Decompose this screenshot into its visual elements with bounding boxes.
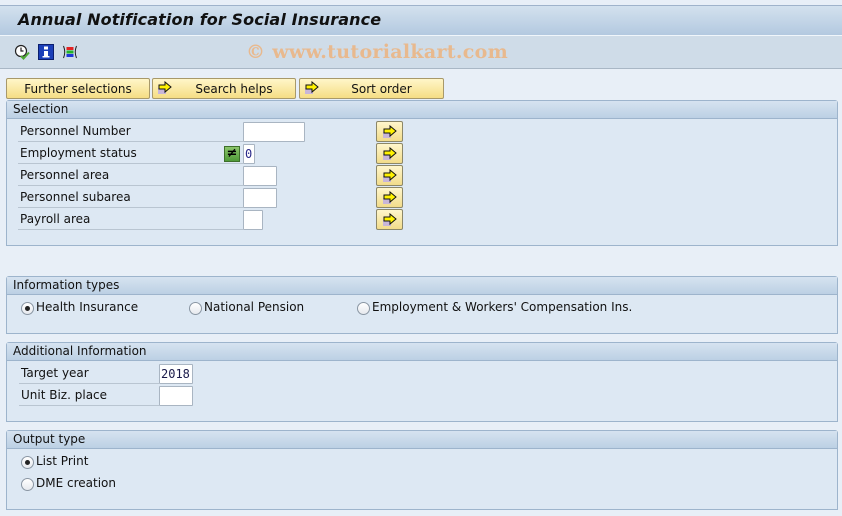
personnel-number-input[interactable]: [243, 122, 305, 142]
personnel-area-input[interactable]: [243, 166, 277, 186]
output-type-group: Output type: [6, 430, 838, 510]
arrow-right-icon: [305, 81, 319, 94]
health-insurance-label: Health Insurance: [36, 300, 139, 314]
target-year-input[interactable]: 2018: [159, 364, 193, 384]
search-helps-button[interactable]: Search helps: [152, 78, 296, 99]
further-selections-label: Further selections: [24, 82, 132, 96]
selection-option-not-equal-button[interactable]: ≠: [224, 146, 240, 162]
page-title: Annual Notification for Social Insurance: [18, 10, 382, 29]
title-bar: Annual Notification for Social Insurance: [0, 5, 842, 36]
info-icon[interactable]: [38, 44, 54, 60]
payroll-area-label: Payroll area: [18, 209, 243, 230]
employment-workers-compensation-radio[interactable]: [357, 302, 370, 315]
personnel-subarea-label: Personnel subarea: [18, 187, 243, 208]
national-pension-radio[interactable]: [189, 302, 202, 315]
employment-workers-compensation-label: Employment & Workers' Compensation Ins.: [372, 300, 633, 314]
output-type-group-title: Output type: [7, 431, 837, 449]
personnel-area-label: Personnel area: [18, 165, 243, 186]
payroll-area-input[interactable]: [243, 210, 263, 230]
list-print-radio[interactable]: [21, 456, 34, 469]
arrow-right-icon: [383, 191, 397, 204]
personnel-subarea-input[interactable]: [243, 188, 277, 208]
sort-order-label: Sort order: [351, 82, 412, 96]
health-insurance-radio[interactable]: [21, 302, 34, 315]
application-toolbar: © www.tutorialkart.com: [0, 36, 842, 69]
execute-clock-icon[interactable]: [14, 44, 30, 60]
unit-biz-place-label: Unit Biz. place: [19, 385, 159, 406]
arrow-right-icon: [383, 169, 397, 182]
arrow-right-icon: [383, 125, 397, 138]
employment-status-label: Employment status: [18, 143, 243, 164]
personnel-number-label: Personnel Number: [18, 121, 243, 142]
employment-status-input[interactable]: 0: [243, 144, 255, 164]
unit-biz-place-input[interactable]: [159, 386, 193, 406]
list-print-label: List Print: [36, 454, 89, 468]
sort-order-button[interactable]: Sort order: [299, 78, 444, 99]
target-year-label: Target year: [19, 363, 159, 384]
further-selections-button[interactable]: Further selections: [6, 78, 150, 99]
personnel-subarea-multiple-selection-button[interactable]: [376, 187, 403, 208]
payroll-area-multiple-selection-button[interactable]: [376, 209, 403, 230]
watermark-text: © www.tutorialkart.com: [246, 41, 509, 63]
additional-information-group-title: Additional Information: [7, 343, 837, 361]
personnel-number-multiple-selection-button[interactable]: [376, 121, 403, 142]
dme-creation-label: DME creation: [36, 476, 116, 490]
employment-status-multiple-selection-button[interactable]: [376, 143, 403, 164]
dme-creation-radio[interactable]: [21, 478, 34, 491]
personnel-area-multiple-selection-button[interactable]: [376, 165, 403, 186]
selection-group-title: Selection: [7, 101, 837, 119]
information-types-group-title: Information types: [7, 277, 837, 295]
arrow-right-icon: [383, 213, 397, 226]
search-helps-label: Search helps: [195, 82, 273, 96]
selection-options-icon[interactable]: [62, 44, 78, 60]
arrow-right-icon: [158, 81, 172, 94]
national-pension-label: National Pension: [204, 300, 305, 314]
arrow-right-icon: [383, 147, 397, 160]
